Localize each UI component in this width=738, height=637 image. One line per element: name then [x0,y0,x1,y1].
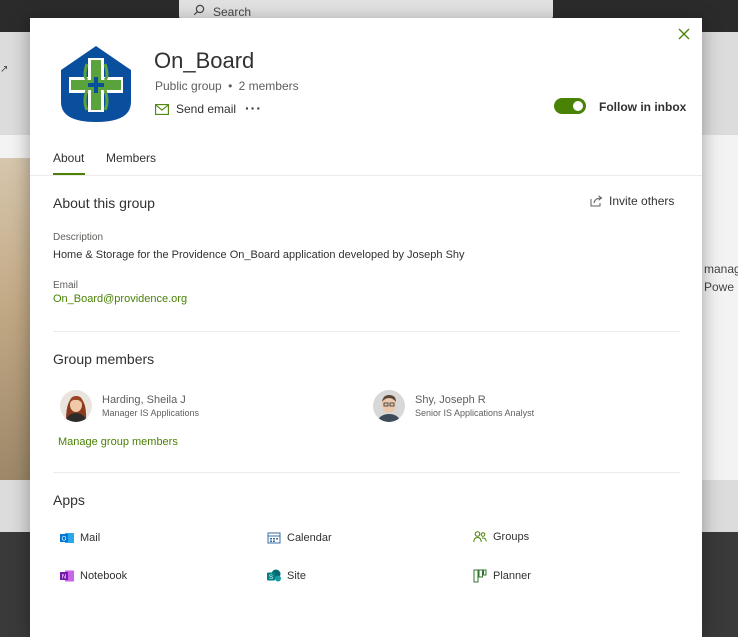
mail-icon [155,103,169,115]
groups-icon [473,530,487,544]
planner-icon [473,569,487,583]
meta-separator: • [228,79,233,93]
email-label: Email [53,280,79,291]
group-privacy: Public group [155,79,222,93]
background-text-line: manag [704,262,738,276]
close-icon[interactable] [676,26,692,42]
app-label: Calendar [287,532,332,544]
toggle-knob [573,101,583,111]
app-label: Planner [493,570,531,582]
background-expand-icon: ↗ [0,64,9,75]
follow-in-inbox-label: Follow in inbox [599,100,687,114]
app-calendar[interactable]: Calendar [267,531,332,545]
description-label: Description [53,232,104,243]
manage-group-members-link[interactable]: Manage group members [58,436,178,448]
member-card[interactable]: Shy, Joseph R Senior IS Applications Ana… [373,390,534,422]
tab-members[interactable]: Members [106,151,156,165]
background-text-line: Powe [704,280,735,294]
member-name: Shy, Joseph R [415,394,486,406]
svg-text:S: S [269,575,273,581]
tabs-divider [30,175,702,176]
apps-section-title: Apps [53,492,85,508]
background-photo [0,158,30,480]
tab-about[interactable]: About [53,151,84,165]
group-description: Home & Storage for the Providence On_Boa… [53,249,465,261]
member-card[interactable]: Harding, Sheila J Manager IS Application… [60,390,199,422]
member-title: Senior IS Applications Analyst [415,408,535,418]
share-icon [590,195,603,207]
app-planner[interactable]: Planner [473,569,531,583]
search-placeholder: Search [213,5,252,19]
group-member-count: 2 members [238,79,299,93]
about-section-title: About this group [53,195,155,211]
onenote-icon: N [60,569,74,583]
outlook-mail-icon: O [60,531,74,545]
member-name: Harding, Sheila J [102,394,186,406]
app-label: Site [287,570,306,582]
member-title: Manager IS Applications [102,408,200,418]
section-divider [53,331,680,332]
global-search-box[interactable]: Search [179,0,553,20]
group-members-title: Group members [53,351,155,367]
app-groups[interactable]: Groups [473,530,529,544]
app-label: Notebook [80,570,128,582]
svg-text:O: O [62,537,67,543]
group-email-link[interactable]: On_Board@providence.org [53,293,187,305]
calendar-icon [267,531,281,545]
send-email-label: Send email [176,102,237,116]
svg-text:N: N [62,575,66,581]
sharepoint-icon: S [267,569,281,583]
avatar [373,390,405,422]
search-icon [193,4,205,19]
app-label: Mail [80,532,101,544]
invite-others-label: Invite others [609,194,675,208]
app-label: Groups [493,531,530,543]
invite-others-button[interactable]: Invite others [590,194,674,208]
follow-in-inbox-toggle[interactable] [554,98,586,114]
app-notebook[interactable]: N Notebook [60,569,127,583]
app-site[interactable]: S Site [267,569,306,583]
group-logo [57,44,135,124]
group-card-panel: On_Board Public group • 2 members Send e… [30,18,702,637]
avatar [60,390,92,422]
group-name: On_Board [154,48,255,73]
more-options-button[interactable]: ··· [245,100,262,116]
section-divider [53,472,680,473]
group-meta: Public group • 2 members [155,79,299,93]
app-mail[interactable]: O Mail [60,531,100,545]
send-email-button[interactable]: Send email [155,102,236,116]
